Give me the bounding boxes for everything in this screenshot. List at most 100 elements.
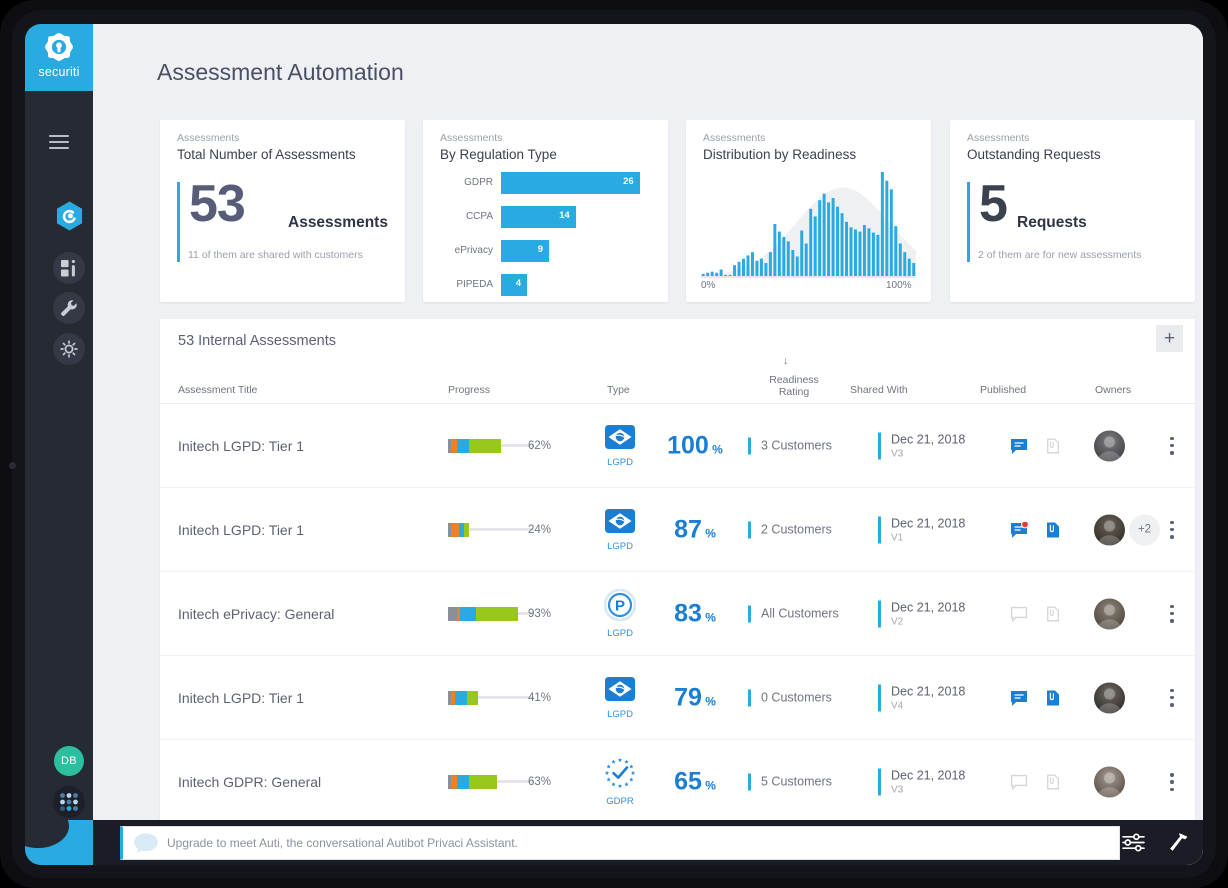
comment-icon[interactable] bbox=[1010, 606, 1028, 623]
published-cell: Dec 21, 2018 V3 bbox=[878, 432, 965, 459]
row-actions-menu-icon[interactable] bbox=[1165, 773, 1179, 791]
column-header-shared-with[interactable]: Shared With bbox=[850, 384, 908, 396]
add-assessment-button[interactable]: + bbox=[1156, 325, 1183, 352]
assistant-chat-input[interactable]: Upgrade to meet Auti, the conversational… bbox=[120, 826, 1120, 860]
comment-action[interactable] bbox=[1010, 606, 1028, 622]
owner-avatar[interactable] bbox=[1094, 514, 1125, 545]
assessment-type[interactable]: LGPD bbox=[590, 676, 650, 720]
progress-segment bbox=[450, 522, 460, 537]
column-header-type[interactable]: Type bbox=[607, 384, 630, 396]
table-row[interactable]: Initech ePrivacy: General 93% P LGPD 83 % All… bbox=[160, 572, 1195, 656]
histogram-bar bbox=[827, 202, 831, 276]
sidebar-item-privaci-module[interactable] bbox=[53, 200, 85, 232]
document-attachment-icon[interactable] bbox=[1046, 437, 1060, 454]
document-attachment-icon[interactable] bbox=[1046, 774, 1060, 791]
assessment-type[interactable]: GDPR bbox=[590, 757, 650, 807]
regulation-bar-track: 26 bbox=[501, 172, 661, 194]
sidebar-item-settings[interactable] bbox=[53, 333, 85, 365]
column-header-readiness-rating[interactable]: Readiness Rating bbox=[760, 374, 828, 398]
assessment-type[interactable]: LGPD bbox=[590, 424, 650, 468]
histogram-bar bbox=[867, 228, 871, 276]
comment-action[interactable] bbox=[1010, 774, 1028, 791]
table-title: 53 Internal Assessments bbox=[178, 333, 336, 349]
owner-avatar[interactable] bbox=[1094, 598, 1125, 629]
comment-icon[interactable] bbox=[1010, 520, 1029, 539]
assessment-title[interactable]: Initech LGPD: Tier 1 bbox=[178, 438, 304, 454]
assessment-title[interactable]: Initech ePrivacy: General bbox=[178, 606, 334, 622]
column-header-assessment-title[interactable]: Assessment Title bbox=[178, 384, 257, 396]
regulation-bar-row: ePrivacy 9 bbox=[431, 240, 661, 262]
published-date: Dec 21, 2018 bbox=[891, 432, 966, 446]
search-icon[interactable] bbox=[1079, 832, 1100, 853]
regulation-bar-label: PIPEDA bbox=[456, 279, 493, 290]
assessment-type[interactable]: P LGPD bbox=[590, 588, 650, 639]
regulation-bar-fill: 14 bbox=[501, 206, 576, 228]
owner-avatar[interactable] bbox=[1094, 682, 1125, 713]
card-outstanding-requests: Assessments Outstanding Requests 5 Reque… bbox=[950, 120, 1195, 302]
card-distribution-by-readiness: Assessments Distribution by Readiness 0%… bbox=[686, 120, 931, 302]
comment-icon[interactable] bbox=[1010, 690, 1028, 707]
published-date: Dec 21, 2018 bbox=[891, 516, 966, 530]
tablet-device-frame: securiti DB Assessment Automation Assess… bbox=[0, 0, 1228, 888]
histogram-bar bbox=[903, 252, 907, 276]
regulation-bar-value: 26 bbox=[623, 176, 634, 187]
comment-icon[interactable] bbox=[1010, 438, 1028, 455]
column-header-owners[interactable]: Owners bbox=[1095, 384, 1131, 396]
published-version: V2 bbox=[891, 616, 904, 627]
document-action[interactable] bbox=[1046, 774, 1060, 791]
document-attachment-icon[interactable] bbox=[1046, 521, 1060, 538]
assessment-title[interactable]: Initech LGPD: Tier 1 bbox=[178, 690, 304, 706]
table-row[interactable]: Initech LGPD: Tier 1 62% LGPD 100 % 3 Custom… bbox=[160, 404, 1195, 488]
row-actions-menu-icon[interactable] bbox=[1165, 688, 1179, 707]
owner-avatar[interactable] bbox=[1094, 766, 1125, 798]
progress-segment bbox=[475, 606, 518, 621]
owner-avatar[interactable] bbox=[1094, 430, 1125, 461]
owner-avatar-image bbox=[1094, 514, 1125, 545]
row-actions-menu-icon[interactable] bbox=[1165, 604, 1179, 623]
assessment-title[interactable]: Initech GDPR: General bbox=[178, 774, 321, 790]
owner-avatar-image bbox=[1094, 598, 1125, 629]
progress-bar bbox=[448, 522, 534, 537]
comment-icon[interactable] bbox=[1010, 774, 1028, 791]
assessment-type[interactable]: LGPD bbox=[590, 508, 650, 552]
sidebar-item-tools[interactable] bbox=[53, 292, 85, 324]
comment-action[interactable] bbox=[1010, 438, 1028, 454]
progress-percent: 62% bbox=[528, 439, 552, 452]
assessment-title[interactable]: Initech LGPD: Tier 1 bbox=[178, 522, 304, 538]
table-row[interactable]: Initech LGPD: Tier 1 24% LGPD 87 % 2 Custome… bbox=[160, 488, 1195, 572]
column-header-progress[interactable]: Progress bbox=[448, 384, 490, 396]
apps-grid-icon[interactable] bbox=[53, 786, 85, 818]
table-row[interactable]: Initech GDPR: General 63% GDPR 65 % 5 Custom… bbox=[160, 740, 1195, 824]
table-row[interactable]: Initech LGPD: Tier 1 41% LGPD 79 % 0 Custome… bbox=[160, 656, 1195, 740]
column-header-published[interactable]: Published bbox=[980, 384, 1026, 396]
page-title: Assessment Automation bbox=[157, 59, 404, 85]
histogram-bar bbox=[849, 227, 853, 276]
row-actions-menu-icon[interactable] bbox=[1165, 520, 1179, 539]
svg-text:P: P bbox=[615, 597, 625, 614]
published-version: V3 bbox=[891, 784, 904, 796]
document-attachment-icon[interactable] bbox=[1046, 689, 1060, 706]
document-attachment-icon[interactable] bbox=[1046, 605, 1060, 622]
document-action[interactable] bbox=[1046, 521, 1060, 538]
brand-logo-block[interactable]: securiti bbox=[25, 24, 93, 91]
filter-sliders-icon[interactable] bbox=[1122, 833, 1145, 852]
comment-action[interactable] bbox=[1010, 520, 1029, 539]
hammer-tool-icon[interactable] bbox=[1167, 832, 1189, 854]
progress-segment bbox=[464, 522, 469, 537]
owner-overflow-count[interactable]: +2 bbox=[1129, 514, 1160, 545]
card-eyebrow: Assessments bbox=[177, 132, 240, 144]
regulation-bar-label: ePrivacy bbox=[454, 245, 493, 256]
histogram-bar bbox=[755, 260, 759, 276]
histogram-bar bbox=[764, 263, 768, 276]
published-date: Dec 21, 2018 bbox=[891, 600, 966, 614]
document-action[interactable] bbox=[1046, 605, 1060, 622]
progress-fill bbox=[448, 606, 518, 621]
sidebar-user-avatar[interactable]: DB bbox=[54, 746, 84, 776]
shared-with-value: 2 Customers bbox=[748, 521, 832, 538]
sidebar-item-data-intelligence[interactable] bbox=[53, 252, 85, 284]
hamburger-menu-icon[interactable] bbox=[49, 135, 69, 149]
row-actions-menu-icon[interactable] bbox=[1165, 436, 1179, 455]
document-action[interactable] bbox=[1046, 689, 1060, 706]
document-action[interactable] bbox=[1046, 437, 1060, 454]
comment-action[interactable] bbox=[1010, 690, 1028, 706]
